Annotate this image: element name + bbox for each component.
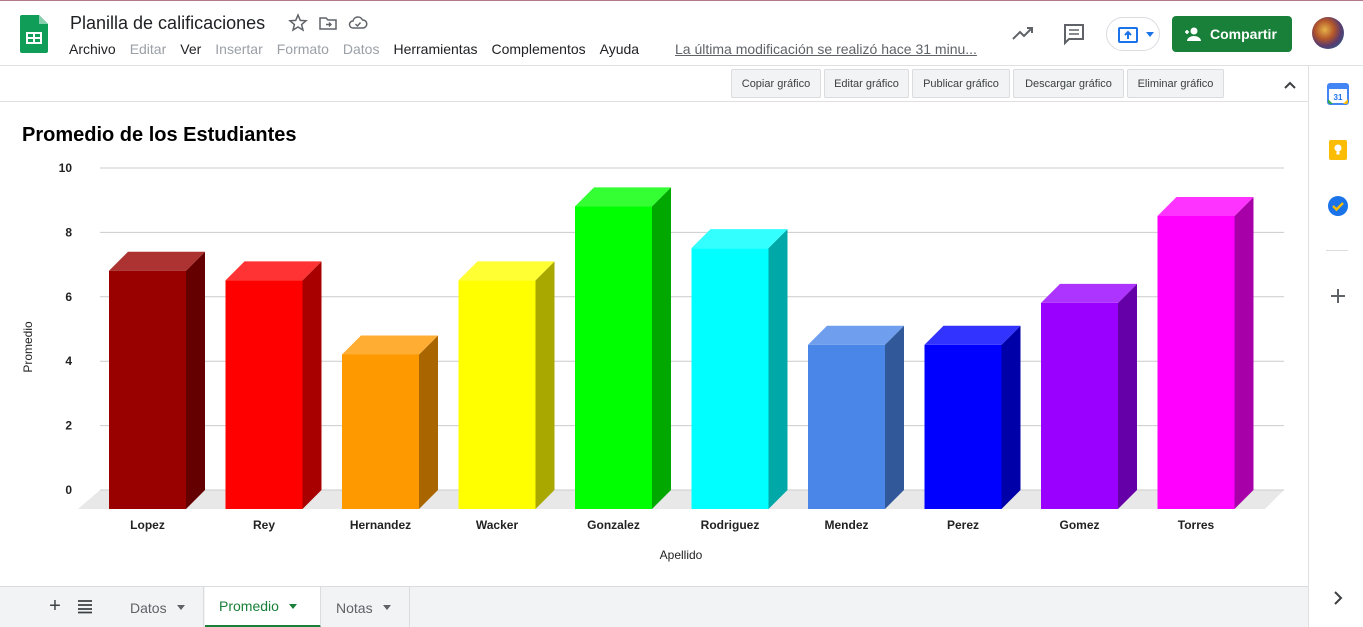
y-tick-label: 6 <box>65 290 72 304</box>
x-tick-label: Gonzalez <box>587 518 640 532</box>
sheet-tabs-bar: + Datos Promedio Notas <box>0 586 1308 627</box>
document-title[interactable]: Planilla de calificaciones <box>70 13 265 34</box>
download-chart-button[interactable]: Descargar gráfico <box>1013 69 1124 98</box>
add-icon[interactable] <box>1327 285 1349 307</box>
tab-promedio-label: Promedio <box>219 598 279 614</box>
y-tick-label: 4 <box>65 354 72 368</box>
calendar-icon[interactable]: 31 <box>1327 83 1349 105</box>
x-tick-label: Rey <box>253 518 275 532</box>
x-tick-label: Mendez <box>824 518 868 532</box>
bar-side <box>1118 283 1137 509</box>
menu-editar[interactable]: Editar <box>130 41 167 59</box>
tab-datos-label: Datos <box>130 599 167 616</box>
avatar[interactable] <box>1312 17 1344 49</box>
x-tick-label: Torres <box>1178 518 1215 532</box>
keep-icon[interactable] <box>1327 139 1349 161</box>
bar-side <box>652 187 671 509</box>
bar-side <box>768 229 788 509</box>
comment-icon[interactable] <box>1061 21 1087 47</box>
all-sheets-icon[interactable] <box>76 597 94 615</box>
menu-complementos[interactable]: Complementos <box>491 41 585 59</box>
publish-chart-button[interactable]: Publicar gráfico <box>912 69 1010 98</box>
x-tick-label: Wacker <box>476 518 519 532</box>
menu-bar: Archivo Editar Ver Insertar Formato Dato… <box>69 41 653 59</box>
y-tick-label: 10 <box>59 161 73 175</box>
bar <box>458 280 536 509</box>
bar-side <box>535 261 555 509</box>
x-tick-label: Gomez <box>1059 518 1099 532</box>
edit-chart-button[interactable]: Editar gráfico <box>824 69 909 98</box>
chart-title: Promedio de los Estudiantes <box>22 124 297 146</box>
bar-side <box>885 325 904 509</box>
app-window: Planilla de calificaciones Archivo Edita… <box>0 0 1363 627</box>
menu-herramientas[interactable]: Herramientas <box>393 41 477 59</box>
y-axis-title: Promedio <box>21 321 35 373</box>
sheets-logo-icon[interactable] <box>20 15 48 53</box>
x-tick-label: Hernandez <box>350 518 411 532</box>
move-folder-icon[interactable] <box>318 13 338 33</box>
tab-datos[interactable]: Datos <box>116 587 204 627</box>
trending-icon[interactable] <box>1010 21 1036 47</box>
caret-down-icon <box>176 605 185 610</box>
copy-chart-button[interactable]: Copiar gráfico <box>731 69 821 98</box>
caret-down-icon <box>288 603 297 609</box>
cloud-saved-icon[interactable] <box>348 13 368 33</box>
x-tick-label: Rodriguez <box>701 518 760 532</box>
bar <box>575 206 652 509</box>
expand-right-icon[interactable] <box>1327 587 1349 609</box>
bar-side <box>419 335 438 509</box>
tab-promedio[interactable]: Promedio <box>205 587 321 627</box>
bar <box>924 344 1002 509</box>
bar <box>691 248 769 509</box>
svg-text:31: 31 <box>1334 93 1343 102</box>
menu-datos[interactable]: Datos <box>343 41 380 59</box>
x-axis-title: Apellido <box>660 548 703 562</box>
chevron-down-icon <box>1146 32 1154 37</box>
bar-side <box>186 251 205 509</box>
menu-formato[interactable]: Formato <box>277 41 329 59</box>
add-sheet-button[interactable]: + <box>44 595 66 617</box>
header: Planilla de calificaciones Archivo Edita… <box>0 0 1363 66</box>
tab-notas[interactable]: Notas <box>322 587 410 627</box>
tasks-icon[interactable] <box>1327 195 1349 217</box>
caret-down-icon <box>382 605 391 610</box>
chevron-up-icon[interactable] <box>1280 75 1300 95</box>
tab-notas-label: Notas <box>336 599 373 616</box>
present-icon <box>1118 27 1138 43</box>
menu-ayuda[interactable]: Ayuda <box>600 41 639 59</box>
delete-chart-button[interactable]: Eliminar gráfico <box>1127 69 1224 98</box>
menu-ver[interactable]: Ver <box>180 41 201 59</box>
y-tick-label: 2 <box>65 419 72 433</box>
chart-area[interactable]: 0 2 4 6 8 10 Lopez Rey Hernandez Wacker Gonzalez Ro… <box>0 102 1308 586</box>
star-icon[interactable] <box>288 13 308 33</box>
chart-canvas: 0 2 4 6 8 10 Lopez Rey Hernandez Wacker Gonzalez Ro… <box>21 161 1284 562</box>
bar-side <box>302 261 322 509</box>
bar-side <box>1001 325 1021 509</box>
present-button[interactable] <box>1106 17 1160 51</box>
bar <box>109 270 186 509</box>
y-tick-label: 0 <box>65 483 72 497</box>
share-label: Compartir <box>1210 26 1277 42</box>
x-tick-label: Perez <box>947 518 979 532</box>
chart-toolbar: Copiar gráfico Editar gráfico Publicar g… <box>0 66 1308 102</box>
bar-side <box>1234 196 1254 509</box>
menu-insertar[interactable]: Insertar <box>215 41 262 59</box>
side-divider <box>1326 250 1348 251</box>
last-edit-link[interactable]: La última modificación se realizó hace 3… <box>675 41 977 57</box>
y-tick-label: 8 <box>65 225 72 239</box>
bar <box>342 354 419 509</box>
share-button[interactable]: Compartir <box>1172 16 1292 52</box>
menu-archivo[interactable]: Archivo <box>69 41 116 59</box>
x-tick-label: Lopez <box>130 518 165 532</box>
bar <box>808 344 885 509</box>
bar <box>225 280 303 509</box>
bar <box>1157 215 1235 509</box>
side-panel: 31 <box>1308 66 1363 627</box>
bar <box>1041 302 1118 509</box>
add-person-icon <box>1185 27 1201 41</box>
